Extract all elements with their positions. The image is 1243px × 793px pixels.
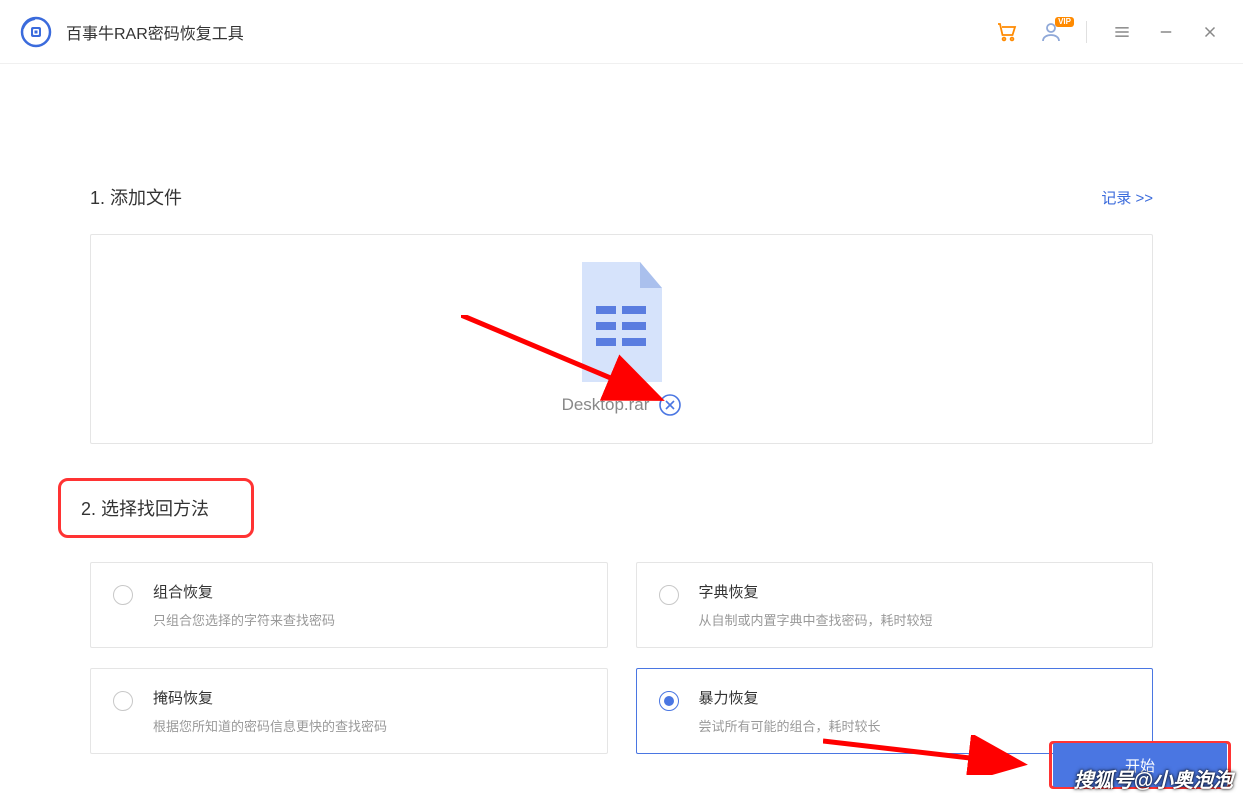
section1-title: 1. 添加文件 xyxy=(90,184,182,210)
method-desc: 从自制或内置字典中查找密码，耗时较短 xyxy=(699,610,933,629)
methods-grid: 组合恢复 只组合您选择的字符来查找密码 字典恢复 从自制或内置字典中查找密码，耗… xyxy=(90,562,1153,754)
section2-title: 2. 选择找回方法 xyxy=(81,495,209,521)
method-desc: 尝试所有可能的组合，耗时较长 xyxy=(699,716,881,735)
radio-icon xyxy=(113,585,133,605)
watermark: 搜狐号@小奥泡泡 xyxy=(1073,764,1233,793)
file-name-row: Desktop.rar xyxy=(562,394,682,416)
app-header: 百事牛RAR密码恢复工具 VIP xyxy=(0,0,1243,64)
main-content: 1. 添加文件 记录 >> Desktop.rar xyxy=(0,64,1243,754)
method-desc: 根据您所知道的密码信息更快的查找密码 xyxy=(153,716,387,735)
app-logo-icon xyxy=(20,16,52,48)
method-title: 字典恢复 xyxy=(699,581,933,602)
file-drop-area[interactable]: Desktop.rar xyxy=(90,234,1153,444)
header-separator xyxy=(1086,21,1087,43)
method-card-bruteforce[interactable]: 暴力恢复 尝试所有可能的组合，耗时较长 xyxy=(636,668,1154,754)
method-card-combination[interactable]: 组合恢复 只组合您选择的字符来查找密码 xyxy=(90,562,608,648)
file-icon xyxy=(576,262,668,382)
radio-icon xyxy=(659,691,679,711)
close-icon[interactable] xyxy=(1197,19,1223,45)
radio-icon xyxy=(113,691,133,711)
section1-header: 1. 添加文件 记录 >> xyxy=(90,184,1153,210)
file-name: Desktop.rar xyxy=(562,395,650,415)
minimize-icon[interactable] xyxy=(1153,19,1179,45)
remove-file-icon[interactable] xyxy=(659,394,681,416)
radio-icon xyxy=(659,585,679,605)
method-title: 暴力恢复 xyxy=(699,687,881,708)
vip-badge: VIP xyxy=(1055,17,1074,27)
cart-icon[interactable] xyxy=(994,19,1020,45)
section2-title-highlight: 2. 选择找回方法 xyxy=(58,478,254,538)
menu-icon[interactable] xyxy=(1109,19,1135,45)
method-title: 组合恢复 xyxy=(153,581,335,602)
method-title: 掩码恢复 xyxy=(153,687,387,708)
app-title: 百事牛RAR密码恢复工具 xyxy=(66,20,244,44)
method-desc: 只组合您选择的字符来查找密码 xyxy=(153,610,335,629)
method-card-dictionary[interactable]: 字典恢复 从自制或内置字典中查找密码，耗时较短 xyxy=(636,562,1154,648)
method-card-mask[interactable]: 掩码恢复 根据您所知道的密码信息更快的查找密码 xyxy=(90,668,608,754)
user-icon[interactable]: VIP xyxy=(1038,19,1064,45)
records-link[interactable]: 记录 >> xyxy=(1101,187,1153,208)
header-left: 百事牛RAR密码恢复工具 xyxy=(20,16,244,48)
header-right: VIP xyxy=(994,19,1223,45)
